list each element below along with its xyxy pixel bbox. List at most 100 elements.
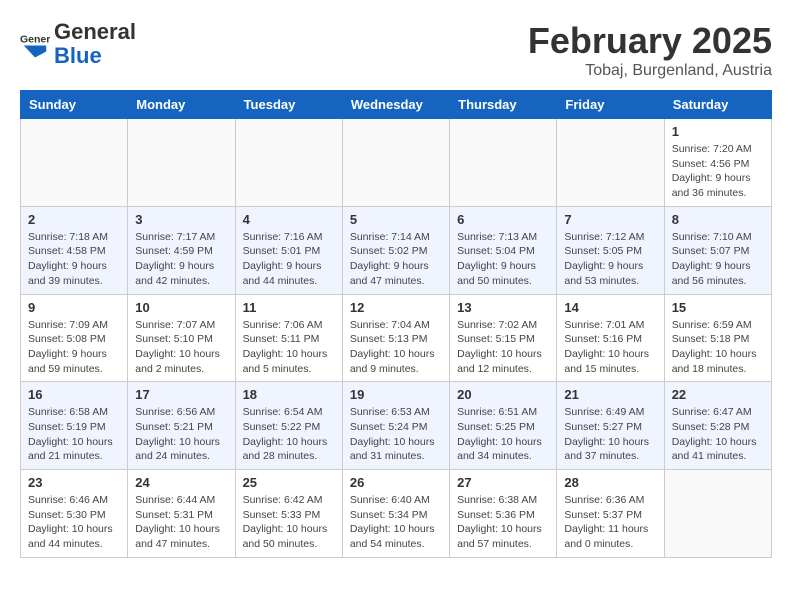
calendar-week-3: 9 Sunrise: 7:09 AMSunset: 5:08 PMDaylight… xyxy=(21,294,772,382)
day-number: 9 xyxy=(28,300,120,315)
day-info: Sunrise: 7:20 AMSunset: 4:56 PMDaylight:… xyxy=(672,142,764,201)
logo-icon: General xyxy=(20,29,50,59)
table-cell: 10 Sunrise: 7:07 AMSunset: 5:10 PMDayligh… xyxy=(128,294,235,382)
page-header: General GeneralBlue February 2025 Tobaj,… xyxy=(20,20,772,80)
day-info: Sunrise: 7:02 AMSunset: 5:15 PMDaylight:… xyxy=(457,318,549,377)
table-cell: 11Sunrise: 7:06 AMSunset: 5:11 PMDayligh… xyxy=(235,294,342,382)
day-number: 1 xyxy=(672,124,764,139)
day-info: Sunrise: 7:13 AMSunset: 5:04 PMDaylight:… xyxy=(457,230,549,289)
day-info: Sunrise: 6:40 AMSunset: 5:34 PMDaylight:… xyxy=(350,493,442,552)
day-info: Sunrise: 6:51 AMSunset: 5:25 PMDaylight:… xyxy=(457,405,549,464)
calendar-week-1: 1 Sunrise: 7:20 AMSunset: 4:56 PMDaylight… xyxy=(21,119,772,207)
table-cell: 7 Sunrise: 7:12 AMSunset: 5:05 PMDaylight… xyxy=(557,206,664,294)
table-cell: 23Sunrise: 6:46 AMSunset: 5:30 PMDayligh… xyxy=(21,470,128,558)
table-cell: 24 Sunrise: 6:44 AMSunset: 5:31 PMDayligh… xyxy=(128,470,235,558)
day-number: 17 xyxy=(135,387,227,402)
day-number: 24 xyxy=(135,475,227,490)
table-cell: 26 Sunrise: 6:40 AMSunset: 5:34 PMDayligh… xyxy=(342,470,449,558)
logo-blue: Blue xyxy=(54,43,102,68)
day-number: 23 xyxy=(28,475,120,490)
day-number: 3 xyxy=(135,212,227,227)
table-cell: 18 Sunrise: 6:54 AMSunset: 5:22 PMDayligh… xyxy=(235,382,342,470)
table-cell: 25Sunrise: 6:42 AMSunset: 5:33 PMDayligh… xyxy=(235,470,342,558)
calendar-week-2: 2 Sunrise: 7:18 AMSunset: 4:58 PMDaylight… xyxy=(21,206,772,294)
header-sunday: Sunday xyxy=(21,91,128,119)
table-cell: 19 Sunrise: 6:53 AMSunset: 5:24 PMDayligh… xyxy=(342,382,449,470)
table-cell: 14Sunrise: 7:01 AMSunset: 5:16 PMDayligh… xyxy=(557,294,664,382)
day-number: 13 xyxy=(457,300,549,315)
calendar-table: Sunday Monday Tuesday Wednesday Thursday… xyxy=(20,90,772,558)
table-cell xyxy=(342,119,449,207)
day-number: 10 xyxy=(135,300,227,315)
day-info: Sunrise: 7:09 AMSunset: 5:08 PMDaylight:… xyxy=(28,318,120,377)
day-number: 28 xyxy=(564,475,656,490)
day-number: 25 xyxy=(243,475,335,490)
table-cell: 13 Sunrise: 7:02 AMSunset: 5:15 PMDayligh… xyxy=(450,294,557,382)
day-number: 4 xyxy=(243,212,335,227)
day-info: Sunrise: 6:44 AMSunset: 5:31 PMDaylight:… xyxy=(135,493,227,552)
calendar-week-4: 16 Sunrise: 6:58 AMSunset: 5:19 PMDayligh… xyxy=(21,382,772,470)
table-cell xyxy=(557,119,664,207)
header-wednesday: Wednesday xyxy=(342,91,449,119)
table-cell xyxy=(450,119,557,207)
header-tuesday: Tuesday xyxy=(235,91,342,119)
day-number: 26 xyxy=(350,475,442,490)
calendar-header-row: Sunday Monday Tuesday Wednesday Thursday… xyxy=(21,91,772,119)
day-number: 12 xyxy=(350,300,442,315)
day-info: Sunrise: 6:47 AMSunset: 5:28 PMDaylight:… xyxy=(672,405,764,464)
day-info: Sunrise: 7:18 AMSunset: 4:58 PMDaylight:… xyxy=(28,230,120,289)
header-saturday: Saturday xyxy=(664,91,771,119)
title-section: February 2025 Tobaj, Burgenland, Austria xyxy=(528,20,772,80)
table-cell: 8 Sunrise: 7:10 AMSunset: 5:07 PMDaylight… xyxy=(664,206,771,294)
table-cell: 3Sunrise: 7:17 AMSunset: 4:59 PMDaylight… xyxy=(128,206,235,294)
table-cell xyxy=(128,119,235,207)
svg-text:General: General xyxy=(20,34,50,46)
day-number: 16 xyxy=(28,387,120,402)
location-subtitle: Tobaj, Burgenland, Austria xyxy=(528,62,772,80)
logo-text: GeneralBlue xyxy=(54,20,136,68)
day-info: Sunrise: 7:07 AMSunset: 5:10 PMDaylight:… xyxy=(135,318,227,377)
day-info: Sunrise: 6:38 AMSunset: 5:36 PMDaylight:… xyxy=(457,493,549,552)
day-info: Sunrise: 6:56 AMSunset: 5:21 PMDaylight:… xyxy=(135,405,227,464)
calendar-week-5: 23Sunrise: 6:46 AMSunset: 5:30 PMDayligh… xyxy=(21,470,772,558)
day-number: 8 xyxy=(672,212,764,227)
day-number: 21 xyxy=(564,387,656,402)
day-number: 18 xyxy=(243,387,335,402)
day-number: 5 xyxy=(350,212,442,227)
header-thursday: Thursday xyxy=(450,91,557,119)
day-number: 22 xyxy=(672,387,764,402)
table-cell: 21 Sunrise: 6:49 AMSunset: 5:27 PMDayligh… xyxy=(557,382,664,470)
table-cell: 2 Sunrise: 7:18 AMSunset: 4:58 PMDaylight… xyxy=(21,206,128,294)
table-cell: 4 Sunrise: 7:16 AMSunset: 5:01 PMDaylight… xyxy=(235,206,342,294)
table-cell: 9 Sunrise: 7:09 AMSunset: 5:08 PMDaylight… xyxy=(21,294,128,382)
day-info: Sunrise: 6:49 AMSunset: 5:27 PMDaylight:… xyxy=(564,405,656,464)
day-info: Sunrise: 6:58 AMSunset: 5:19 PMDaylight:… xyxy=(28,405,120,464)
day-info: Sunrise: 6:53 AMSunset: 5:24 PMDaylight:… xyxy=(350,405,442,464)
day-info: Sunrise: 7:14 AMSunset: 5:02 PMDaylight:… xyxy=(350,230,442,289)
table-cell: 16 Sunrise: 6:58 AMSunset: 5:19 PMDayligh… xyxy=(21,382,128,470)
day-number: 2 xyxy=(28,212,120,227)
day-info: Sunrise: 7:04 AMSunset: 5:13 PMDaylight:… xyxy=(350,318,442,377)
table-cell: 6 Sunrise: 7:13 AMSunset: 5:04 PMDaylight… xyxy=(450,206,557,294)
table-cell: 12 Sunrise: 7:04 AMSunset: 5:13 PMDayligh… xyxy=(342,294,449,382)
table-cell xyxy=(235,119,342,207)
table-cell xyxy=(664,470,771,558)
day-info: Sunrise: 7:01 AMSunset: 5:16 PMDaylight:… xyxy=(564,318,656,377)
day-number: 7 xyxy=(564,212,656,227)
day-info: Sunrise: 6:59 AMSunset: 5:18 PMDaylight:… xyxy=(672,318,764,377)
day-info: Sunrise: 6:54 AMSunset: 5:22 PMDaylight:… xyxy=(243,405,335,464)
header-friday: Friday xyxy=(557,91,664,119)
day-number: 20 xyxy=(457,387,549,402)
month-title: February 2025 xyxy=(528,20,772,62)
table-cell: 15Sunrise: 6:59 AMSunset: 5:18 PMDayligh… xyxy=(664,294,771,382)
day-number: 19 xyxy=(350,387,442,402)
day-info: Sunrise: 7:10 AMSunset: 5:07 PMDaylight:… xyxy=(672,230,764,289)
table-cell: 17 Sunrise: 6:56 AMSunset: 5:21 PMDayligh… xyxy=(128,382,235,470)
table-cell xyxy=(21,119,128,207)
header-monday: Monday xyxy=(128,91,235,119)
table-cell: 5 Sunrise: 7:14 AMSunset: 5:02 PMDaylight… xyxy=(342,206,449,294)
day-info: Sunrise: 7:12 AMSunset: 5:05 PMDaylight:… xyxy=(564,230,656,289)
logo: General GeneralBlue xyxy=(20,20,136,68)
day-info: Sunrise: 7:16 AMSunset: 5:01 PMDaylight:… xyxy=(243,230,335,289)
day-number: 6 xyxy=(457,212,549,227)
